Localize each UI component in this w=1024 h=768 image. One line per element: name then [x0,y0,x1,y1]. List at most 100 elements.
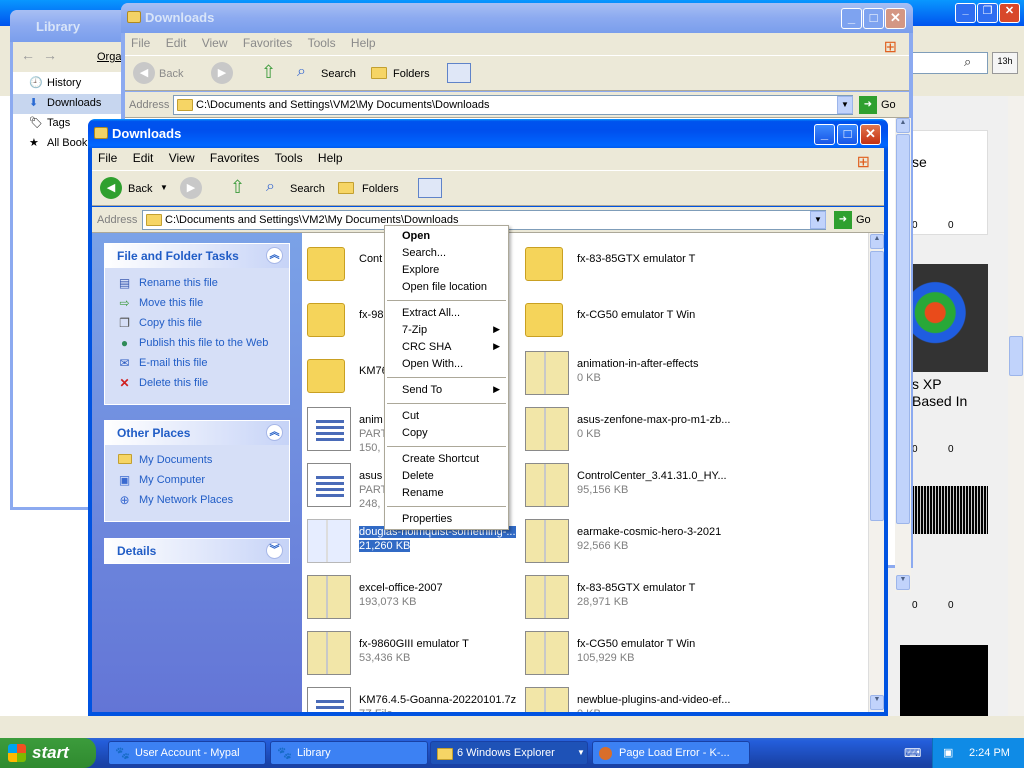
menu-tools[interactable]: Tools [269,148,309,165]
close-button[interactable]: ✕ [860,124,881,145]
file-item[interactable]: fx-9860GIII emulator T 53,436 KB [307,625,517,681]
menu-tools[interactable]: Tools [302,33,342,50]
folders-button-label[interactable]: Folders [362,183,399,195]
context-menu-item-rename[interactable]: Rename [385,485,508,502]
minimize-button[interactable]: _ [841,8,862,29]
keyboard-icon[interactable]: ⌨ [904,746,921,760]
file-item[interactable]: newblue-plugins-and-video-ef... 0 KB [525,681,735,712]
taskbar-button-explorer[interactable]: 6 Windows Explorer ▼ [430,741,588,765]
search-button-label[interactable]: Search [321,68,356,80]
file-item[interactable]: fx-CG50 emulator T Win [525,289,735,345]
other-places-header[interactable]: Other Places ︽ [105,421,289,445]
address-dropdown-icon[interactable]: ▼ [837,96,853,114]
menu-file[interactable]: File [125,33,156,50]
go-button-label[interactable]: Go [856,214,871,226]
menu-favorites[interactable]: Favorites [204,148,265,165]
back-window-scrollbar[interactable]: ▲ ▼ [895,118,911,592]
context-menu-item-send-to[interactable]: Send To ▶ [385,382,508,399]
context-menu-item-7-zip[interactable]: 7-Zip ▶ [385,322,508,339]
address-dropdown-icon[interactable]: ▼ [810,211,826,229]
go-arrow-icon[interactable]: ➜ [859,96,877,114]
context-menu-item-copy[interactable]: Copy [385,425,508,442]
scroll-thumb[interactable] [870,251,884,521]
up-folder-icon[interactable]: ⇧ [230,177,245,198]
file-item[interactable]: KM76.4.5-Goanna-20220101.7z 7Z File [307,681,517,712]
task-delete[interactable]: ✕ Delete this file [105,374,289,394]
context-menu-item-open-file-location[interactable]: Open file location [385,279,508,296]
context-menu-item-open[interactable]: Open [385,228,508,245]
library-item-history[interactable]: 🕘 History [13,74,137,94]
folders-button-label[interactable]: Folders [393,68,430,80]
forward-arrow-icon[interactable]: ▶ [180,177,202,199]
maximize-button[interactable]: □ [837,124,858,145]
browser-max-button[interactable]: ❐ [977,3,998,23]
scroll-up-icon[interactable]: ▲ [870,234,884,249]
details-header[interactable]: Details ︾ [105,539,289,563]
close-button[interactable]: ✕ [885,8,906,29]
context-menu-item-open-with[interactable]: Open With... [385,356,508,373]
start-button[interactable]: start [0,738,96,768]
folders-icon[interactable] [338,182,354,194]
search-icon[interactable]: ⌕ [297,63,306,81]
forward-arrow-icon[interactable]: ▶ [211,62,233,84]
file-item[interactable]: asus-zenfone-max-pro-m1-zb... 0 KB [525,401,735,457]
search-button-label[interactable]: Search [290,183,325,195]
scroll-down-icon[interactable]: ▼ [870,695,884,710]
collapse-chevron-icon[interactable]: ︽ [266,424,283,441]
file-item[interactable]: fx-CG50 emulator T Win 105,929 KB [525,625,735,681]
scroll-up-icon[interactable]: ▲ [896,118,910,133]
back-button-label[interactable]: Back [128,183,152,195]
context-menu-item-crc-sha[interactable]: CRC SHA ▶ [385,339,508,356]
menu-view[interactable]: View [196,33,234,50]
context-menu-item-search[interactable]: Search... [385,245,508,262]
go-arrow-icon[interactable]: ➜ [834,211,852,229]
views-icon[interactable] [418,178,442,198]
collapse-chevron-icon[interactable]: ︽ [266,247,283,264]
address-field[interactable]: C:\Documents and Settings\VM2\My Documen… [173,95,853,115]
taskbar-button-page-error[interactable]: Page Load Error - K-... [592,741,750,765]
library-item-downloads[interactable]: ⬇ Downloads [13,94,137,114]
go-button-label[interactable]: Go [881,99,896,111]
menu-help[interactable]: Help [345,33,382,50]
file-item[interactable]: fx-83-85GTX emulator T [525,233,735,289]
taskbar-button-mypal[interactable]: 🐾 User Account - Mypal [108,741,266,765]
browser-min-button[interactable]: _ [955,3,976,23]
file-folder-tasks-header[interactable]: File and Folder Tasks ︽ [105,244,289,268]
file-item[interactable]: fx-83-85GTX emulator T 28,971 KB [525,569,735,625]
menu-help[interactable]: Help [312,148,349,165]
task-email[interactable]: ✉ E-mail this file [105,354,289,374]
context-menu-item-properties[interactable]: Properties [385,511,508,528]
file-list-scrollbar[interactable]: ▲ ▼ [868,233,884,712]
menu-view[interactable]: View [163,148,201,165]
task-move[interactable]: ⇨ Move this file [105,294,289,314]
menu-file[interactable]: File [92,148,123,165]
menu-edit[interactable]: Edit [127,148,160,165]
browser-close-button[interactable]: ✕ [999,3,1020,23]
search-icon[interactable]: ⌕ [266,178,275,196]
library-back-icon[interactable]: ← [21,47,35,63]
back-button-label[interactable]: Back [159,68,183,80]
menu-edit[interactable]: Edit [160,33,193,50]
menu-favorites[interactable]: Favorites [237,33,298,50]
views-icon[interactable] [447,63,471,83]
maximize-button[interactable]: □ [863,8,884,29]
context-menu-item-cut[interactable]: Cut [385,408,508,425]
network-tray-icon[interactable]: ▣ [943,746,953,759]
task-copy[interactable]: ❐ Copy this file [105,314,289,334]
clock[interactable]: 2:24 PM [969,747,1010,759]
back-dropdown-icon[interactable]: ▼ [160,183,168,192]
file-item[interactable]: animation-in-after-effects 0 KB [525,345,735,401]
library-organize-button[interactable]: Orga [97,51,121,63]
task-rename[interactable]: ▤ Rename this file [105,274,289,294]
browser-scrollbar[interactable] [1008,96,1024,716]
context-menu-item-delete[interactable]: Delete [385,468,508,485]
browser-scroll-thumb[interactable] [1009,336,1023,376]
file-item[interactable]: ControlCenter_3.41.31.0_HY... 95,156 KB [525,457,735,513]
search-icon[interactable]: ⌕ [964,54,971,70]
folders-icon[interactable] [371,67,387,79]
back-arrow-icon[interactable]: ◀ [133,62,155,84]
library-forward-icon[interactable]: → [43,47,57,63]
file-item[interactable]: earmake-cosmic-hero-3-2021 92,566 KB [525,513,735,569]
expand-chevron-icon[interactable]: ︾ [266,542,283,559]
place-my-documents[interactable]: My Documents [105,451,289,471]
